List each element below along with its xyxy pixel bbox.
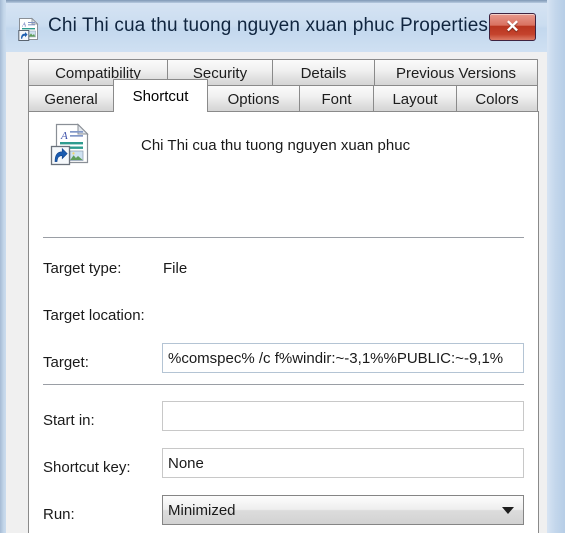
tab-font[interactable]: Font (299, 85, 374, 112)
tab-label: Options (227, 90, 280, 108)
tab-row-upper: Compatibility Security Details Previous … (28, 59, 538, 86)
start-in-label: Start in: (43, 412, 95, 429)
separator-top (43, 237, 524, 238)
target-type-label: Target type: (43, 260, 122, 277)
close-button[interactable]: ✕ (489, 13, 536, 41)
shortcut-document-icon: A (49, 122, 93, 170)
tab-label: Colors (475, 90, 519, 108)
shortcut-document-icon: A (18, 17, 40, 41)
tab-row-lower: General Shortcut Options Font Layout Col… (28, 79, 538, 112)
tab-label: Details (300, 64, 347, 82)
tab-shortcut[interactable]: Shortcut (113, 79, 208, 112)
target-input[interactable]: %comspec% /c f%windir:~-3,1%%PUBLIC:~-9,… (162, 343, 524, 373)
tab-label: General (44, 90, 98, 108)
svg-text:A: A (60, 130, 68, 142)
tab-general[interactable]: General (28, 85, 114, 112)
tab-options[interactable]: Options (207, 85, 300, 112)
run-dropdown-value: Minimized (168, 501, 236, 519)
tab-label: Layout (392, 90, 438, 108)
window-title: Chi Thi cua thu tuong nguyen xuan phuc P… (48, 15, 489, 36)
dialog-client-area: Compatibility Security Details Previous … (6, 52, 547, 533)
chevron-down-icon (502, 507, 514, 514)
tab-details[interactable]: Details (272, 59, 375, 86)
target-type-value: File (163, 260, 188, 277)
tab-label: Previous Versions (395, 64, 517, 82)
target-input-value: %comspec% /c f%windir:~-3,1%%PUBLIC:~-9,… (168, 349, 504, 367)
window-frame-right (547, 0, 565, 533)
shortcut-key-input[interactable]: None (162, 448, 524, 478)
title-bar[interactable]: A Chi Thi cua thu tuong nguyen xuan phuc… (6, 3, 547, 52)
shortcut-key-input-value: None (168, 454, 204, 472)
separator-middle (43, 384, 524, 385)
shortcut-key-label: Shortcut key: (43, 459, 131, 476)
run-label: Run: (43, 506, 75, 523)
svg-text:A: A (21, 23, 26, 29)
tab-label: Font (321, 90, 352, 108)
tab-layout[interactable]: Layout (373, 85, 457, 112)
start-in-input[interactable] (162, 401, 524, 431)
tab-label: Shortcut (132, 87, 189, 105)
run-dropdown[interactable]: Minimized (162, 495, 524, 525)
tab-strip: Compatibility Security Details Previous … (28, 59, 539, 114)
tab-colors[interactable]: Colors (456, 85, 538, 112)
shortcut-name-label: Chi Thi cua thu tuong nguyen xuan phuc (141, 137, 411, 154)
tab-previous-versions[interactable]: Previous Versions (374, 59, 538, 86)
target-location-label: Target location: (43, 307, 145, 324)
properties-dialog-window: A Chi Thi cua thu tuong nguyen xuan phuc… (0, 0, 565, 533)
close-icon: ✕ (505, 17, 520, 36)
target-label: Target: (43, 354, 89, 371)
shortcut-tab-page: A Chi Thi cua thu tuong nguyen xuan phuc… (28, 111, 539, 533)
